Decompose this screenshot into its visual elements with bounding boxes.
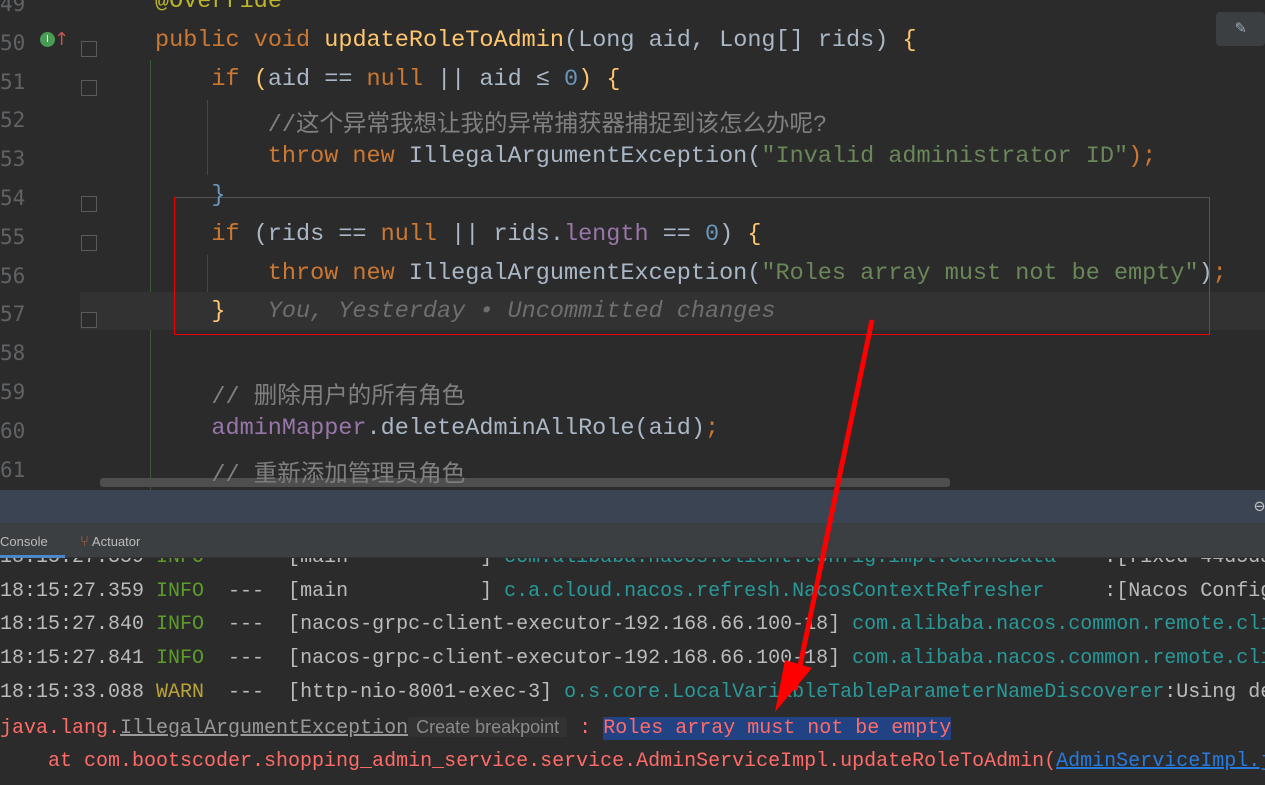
arrow-head [775,660,812,712]
red-annotation-arrow [775,319,875,712]
arrow-line [792,319,875,691]
